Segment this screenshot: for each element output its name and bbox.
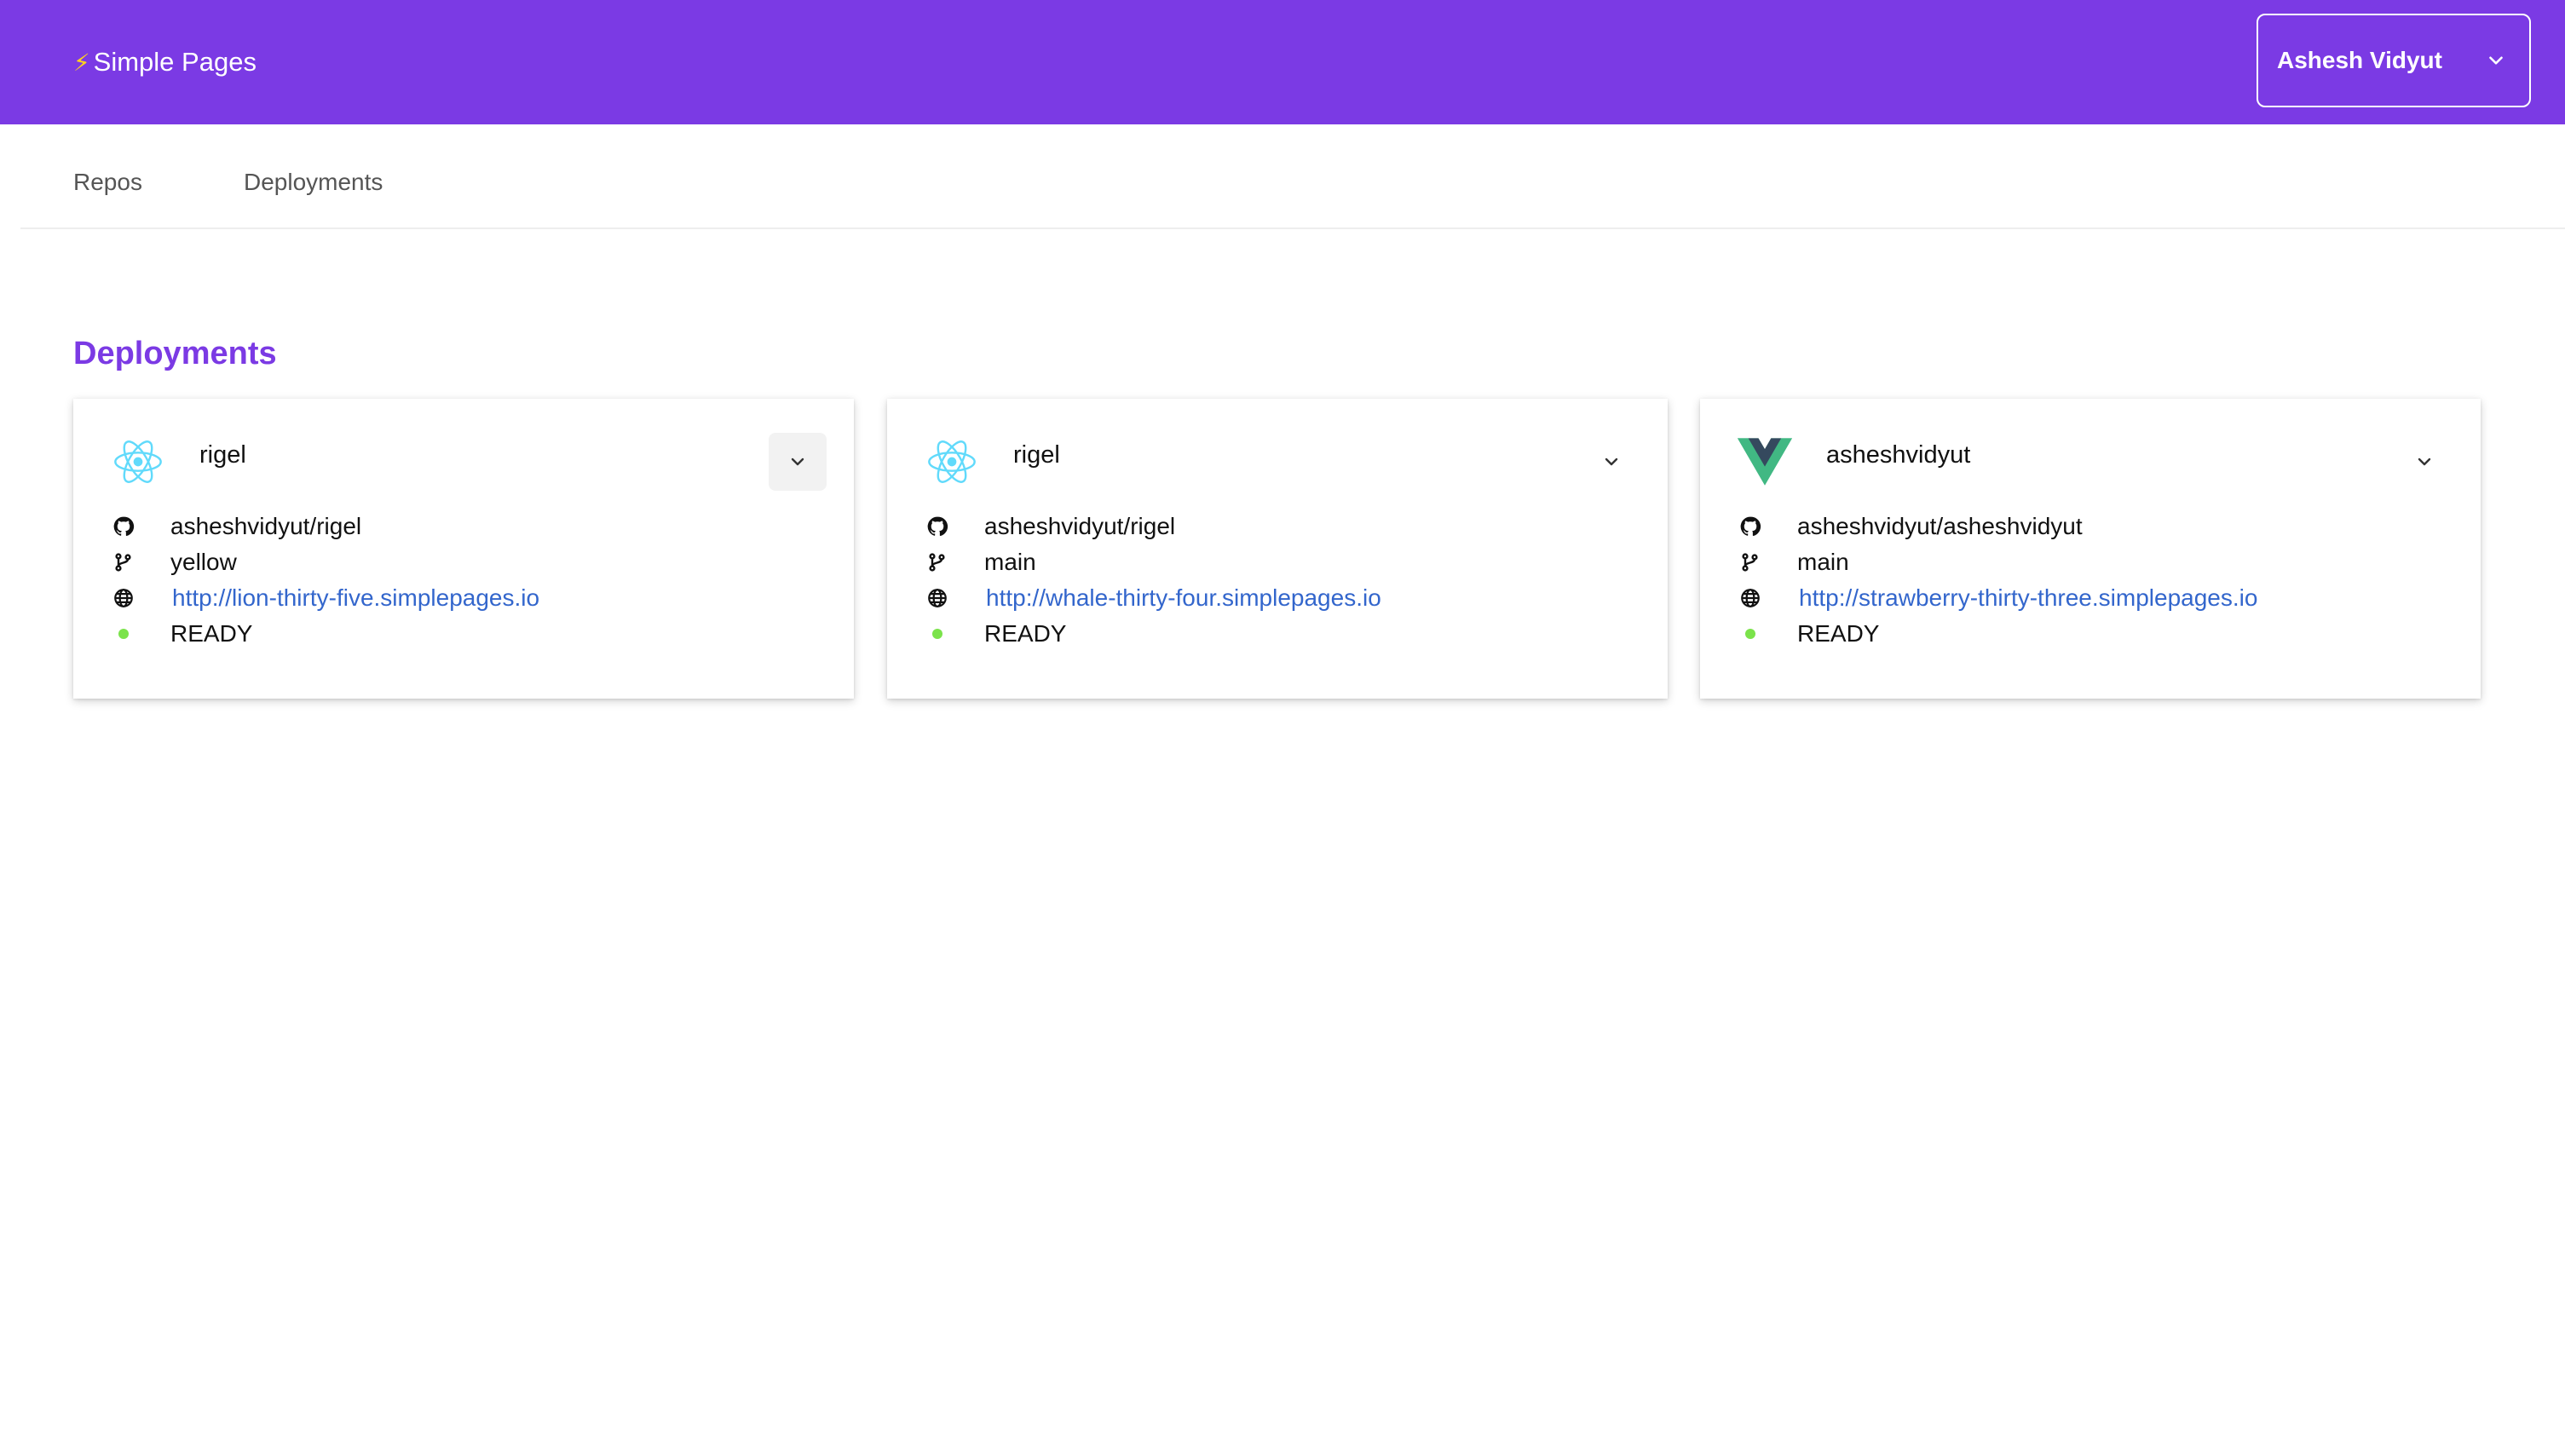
expand-button[interactable] xyxy=(769,433,827,491)
status-dot-icon xyxy=(1738,621,1763,647)
status-dot-icon xyxy=(111,621,136,647)
branch-name: yellow xyxy=(170,549,237,575)
repo-row: asheshvidyut/rigel xyxy=(925,509,1175,544)
repo-row: asheshvidyut/rigel xyxy=(111,509,361,544)
globe-icon xyxy=(111,585,136,611)
page-title: Deployments xyxy=(73,336,277,371)
user-menu-button[interactable]: Ashesh Vidyut xyxy=(2257,14,2531,107)
vue-icon xyxy=(1738,438,1792,486)
user-name: Ashesh Vidyut xyxy=(2277,47,2442,73)
deployment-card: rigel asheshvidyut/rigel yellow http://l… xyxy=(73,399,854,699)
repo-name: asheshvidyut/asheshvidyut xyxy=(1797,513,2083,539)
deployment-url-link[interactable]: http://whale-thirty-four.simplepages.io xyxy=(986,584,1381,612)
tab-deployments[interactable]: Deployments xyxy=(244,169,383,196)
deployment-name: asheshvidyut xyxy=(1826,441,1971,469)
react-icon xyxy=(928,440,976,483)
status-row: READY xyxy=(111,617,252,651)
github-icon xyxy=(1738,514,1763,539)
deployment-name: rigel xyxy=(1013,441,1060,469)
nav-tabs: Repos Deployments xyxy=(20,124,2565,229)
branch-row: main xyxy=(1738,545,1849,579)
status-text: READY xyxy=(1797,620,1880,647)
lightning-icon: ⚡ xyxy=(73,49,90,76)
deployment-card: rigel asheshvidyut/rigel main http://wha… xyxy=(887,399,1668,699)
globe-icon xyxy=(925,585,950,611)
github-icon xyxy=(111,514,136,539)
branch-row: main xyxy=(925,545,1036,579)
branch-name: main xyxy=(984,549,1036,575)
git-branch-icon xyxy=(925,550,950,575)
url-row: http://lion-thirty-five.simplepages.io xyxy=(111,581,539,615)
deployment-card: asheshvidyut asheshvidyut/asheshvidyut m… xyxy=(1700,399,2481,699)
chevron-down-icon xyxy=(791,458,804,466)
chevron-down-icon xyxy=(2489,56,2503,65)
deployment-url-link[interactable]: http://lion-thirty-five.simplepages.io xyxy=(172,584,539,612)
status-row: READY xyxy=(925,617,1066,651)
url-row: http://whale-thirty-four.simplepages.io xyxy=(925,581,1381,615)
globe-icon xyxy=(1738,585,1763,611)
status-text: READY xyxy=(170,620,253,647)
app-logo[interactable]: ⚡ Simple Pages xyxy=(73,43,256,82)
status-text: READY xyxy=(984,620,1067,647)
status-dot-icon xyxy=(925,621,950,647)
chevron-down-icon xyxy=(1605,458,1618,466)
git-branch-icon xyxy=(1738,550,1763,575)
expand-button[interactable] xyxy=(1582,433,1640,491)
app-title: Simple Pages xyxy=(93,47,256,77)
branch-row: yellow xyxy=(111,545,237,579)
git-branch-icon xyxy=(111,550,136,575)
status-row: READY xyxy=(1738,617,1879,651)
chevron-down-icon xyxy=(2418,458,2431,466)
repo-row: asheshvidyut/asheshvidyut xyxy=(1738,509,2083,544)
deployment-name: rigel xyxy=(199,441,246,469)
repo-name: asheshvidyut/rigel xyxy=(170,513,362,539)
deployment-url-link[interactable]: http://strawberry-thirty-three.simplepag… xyxy=(1799,584,2257,612)
repo-name: asheshvidyut/rigel xyxy=(984,513,1176,539)
react-icon xyxy=(114,440,162,483)
top-header: ⚡ Simple Pages Ashesh Vidyut xyxy=(0,0,2565,124)
branch-name: main xyxy=(1797,549,1849,575)
url-row: http://strawberry-thirty-three.simplepag… xyxy=(1738,581,2257,615)
expand-button[interactable] xyxy=(2395,433,2453,491)
tab-repos[interactable]: Repos xyxy=(73,169,142,196)
github-icon xyxy=(925,514,950,539)
